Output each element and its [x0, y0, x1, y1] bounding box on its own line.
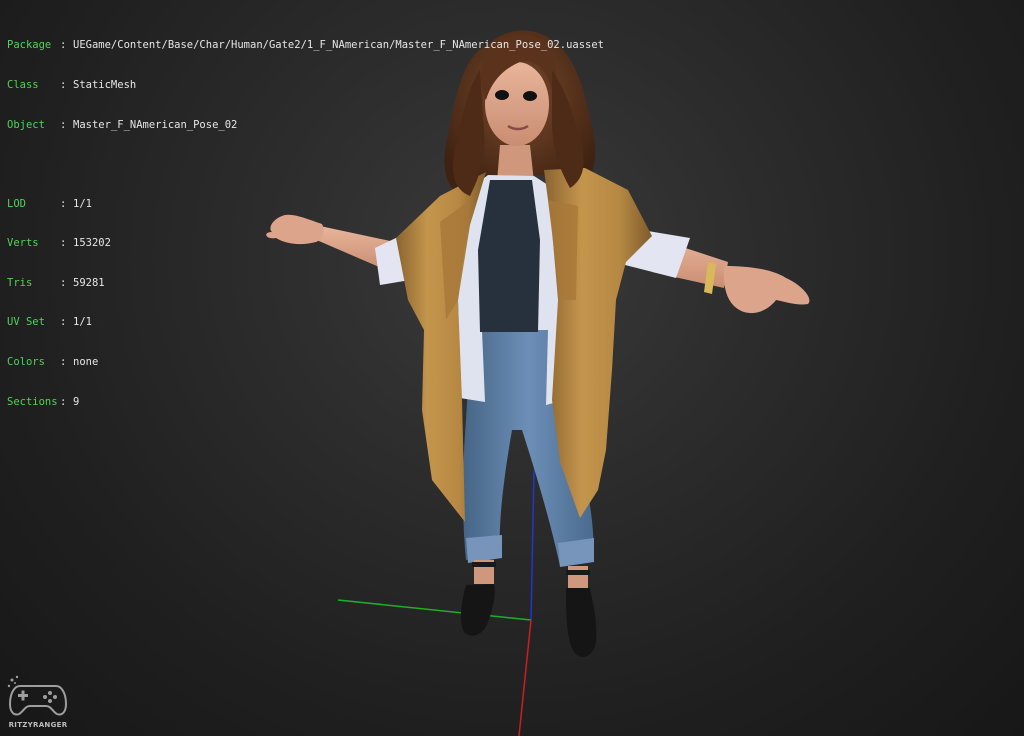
info-key: Object — [7, 118, 45, 131]
info-row-verts: Verts:153202 — [7, 237, 604, 250]
left-shoe — [460, 584, 495, 636]
info-key: UV Set — [7, 316, 45, 329]
info-row-lod: LOD:1/1 — [7, 198, 604, 211]
info-value: 59281 — [73, 276, 105, 289]
right-ankle-strap — [566, 570, 590, 575]
info-key: Package — [7, 39, 52, 52]
right-ankle — [568, 566, 588, 588]
info-separator: : — [60, 316, 67, 329]
info-separator: : — [60, 276, 67, 289]
info-value: Master_F_NAmerican_Pose_02 — [73, 118, 238, 131]
info-row-class: Class: StaticMesh — [7, 79, 604, 92]
info-value: StaticMesh — [73, 79, 137, 92]
jeans-cuff-left — [466, 535, 502, 563]
info-value: UEGame/Content/Base/Char/Human/Gate2/1_F… — [73, 39, 605, 52]
watermark-text: RITZYRANGER — [8, 721, 68, 729]
mesh-viewport[interactable]: Package: UEGame/Content/Base/Char/Human/G… — [0, 0, 1024, 736]
info-key: Verts — [7, 237, 39, 250]
right-shoe — [566, 588, 597, 657]
info-value: 9 — [73, 395, 80, 408]
info-row-object: Object: Master_F_NAmerican_Pose_02 — [7, 119, 604, 132]
info-row-colors: Colors: none — [7, 356, 604, 369]
info-value: 153202 — [73, 237, 111, 250]
info-separator: : — [60, 79, 67, 92]
info-value: 1/1 — [73, 316, 92, 329]
info-separator: : — [60, 395, 67, 408]
info-row-sections: Sections:9 — [7, 396, 604, 409]
info-row-uv-set: UV Set:1/1 — [7, 316, 604, 329]
left-ankle-strap — [472, 562, 496, 567]
info-key: Class — [7, 79, 39, 92]
info-row-package: Package: UEGame/Content/Base/Char/Human/G… — [7, 39, 604, 52]
info-key: Colors — [7, 356, 45, 369]
watermark-logo: RITZYRANGER — [6, 672, 70, 732]
info-key: Sections — [7, 395, 58, 408]
info-separator: : — [60, 197, 67, 210]
info-separator: : — [60, 237, 67, 250]
gamepad-icon — [7, 675, 68, 716]
info-separator: : — [60, 39, 67, 52]
info-key: Tris — [7, 276, 33, 289]
info-separator: : — [60, 356, 67, 369]
mesh-info-panel: Package: UEGame/Content/Base/Char/Human/G… — [7, 13, 604, 435]
jeans-cuff-right — [558, 538, 594, 567]
info-separator: : — [60, 118, 67, 131]
right-hand — [723, 266, 810, 314]
info-value: 1/1 — [73, 197, 92, 210]
info-key: LOD — [7, 197, 26, 210]
info-row-tris: Tris:59281 — [7, 277, 604, 290]
info-value: none — [73, 356, 99, 369]
